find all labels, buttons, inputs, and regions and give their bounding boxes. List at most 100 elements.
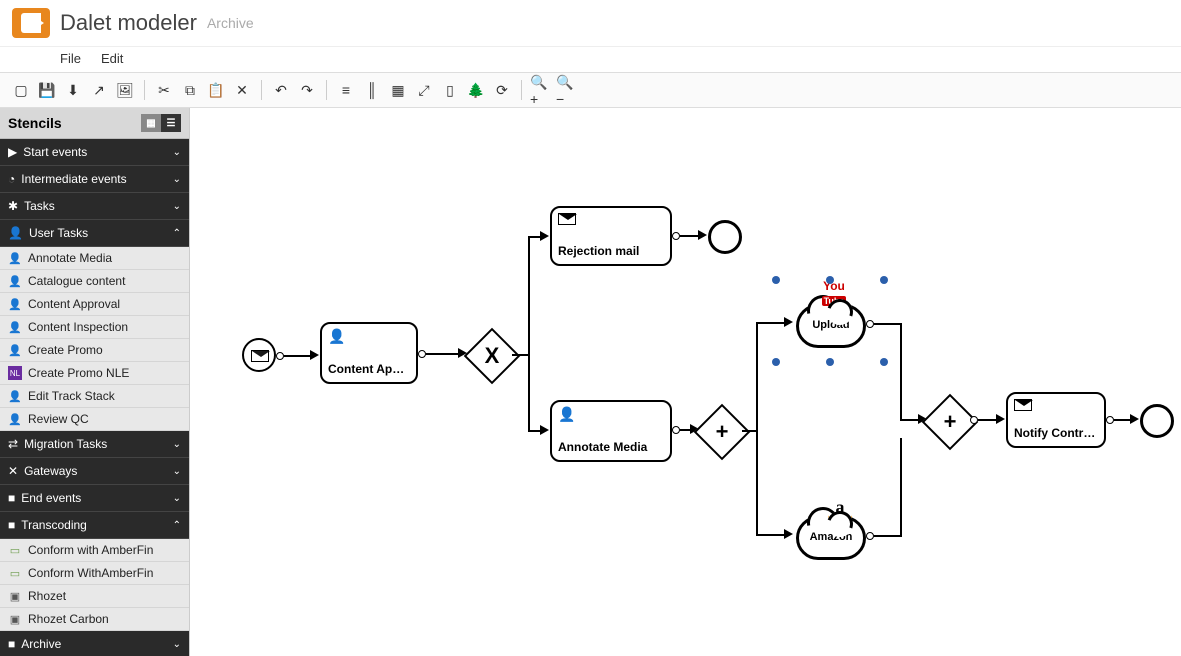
node-amazon[interactable]: a Amazon	[796, 516, 866, 560]
delete-icon[interactable]: ✕	[231, 79, 253, 101]
chip-icon: ▣	[8, 589, 22, 603]
group-tasks[interactable]: ✱ Tasks ⌄	[0, 193, 189, 220]
undo-icon[interactable]: ↶	[270, 79, 292, 101]
group-archive[interactable]: ■ Archive ⌄	[0, 631, 189, 656]
menu-edit[interactable]: Edit	[101, 51, 123, 66]
stencil-content-inspection[interactable]: 👤Content Inspection	[0, 316, 189, 339]
group-transcoding[interactable]: ■ Transcoding ⌃	[0, 512, 189, 539]
cut-icon[interactable]: ✂	[153, 79, 175, 101]
amazon-icon: a	[825, 497, 855, 521]
stencil-rhozet-carbon[interactable]: ▣Rhozet Carbon	[0, 608, 189, 631]
stencil-create-promo[interactable]: 👤Create Promo	[0, 339, 189, 362]
connection-port	[1106, 416, 1114, 424]
refresh-icon[interactable]: ⟳	[491, 79, 513, 101]
stencil-rhozet[interactable]: ▣ Rhozet	[0, 585, 189, 608]
view-grid-icon[interactable]: ▦	[141, 114, 161, 132]
fit-icon[interactable]: ⤢	[413, 79, 435, 101]
chevron-down-icon: ⌄	[173, 174, 181, 185]
node-end-event[interactable]	[708, 220, 742, 254]
stencil-edit-track-stack[interactable]: 👤Edit Track Stack	[0, 385, 189, 408]
group-start-events[interactable]: ▶ Start events ⌄	[0, 139, 189, 166]
node-parallel-gateway-split[interactable]: +	[694, 404, 751, 461]
node-upload-youtube[interactable]: YouTube Upload	[796, 304, 866, 348]
stencil-label: Create Promo	[28, 343, 103, 357]
stencil-label: Annotate Media	[28, 251, 112, 265]
new-doc-icon[interactable]: ▢	[10, 79, 32, 101]
box-icon: ▭	[8, 566, 22, 580]
view-list-icon[interactable]: ☰	[161, 114, 181, 132]
node-content-approval[interactable]: 👤 Content Appro...	[320, 322, 418, 384]
paste-icon[interactable]: 📋	[205, 79, 227, 101]
stencil-label: Rhozet	[28, 589, 66, 603]
user-icon: 👤	[8, 412, 22, 426]
connection-port	[418, 350, 426, 358]
chevron-up-icon: ⌃	[173, 520, 181, 531]
group-migration-tasks[interactable]: ⇄ Migration Tasks ⌄	[0, 431, 189, 458]
columns-icon[interactable]: ▯	[439, 79, 461, 101]
redo-icon[interactable]: ↷	[296, 79, 318, 101]
node-end-event-final[interactable]	[1140, 404, 1174, 438]
connection-port	[672, 426, 680, 434]
copy-icon[interactable]: ⧉	[179, 79, 201, 101]
selection-handle[interactable]	[772, 276, 780, 284]
gear-icon: ✱	[8, 199, 18, 213]
edge	[680, 235, 700, 237]
selection-handle[interactable]	[826, 276, 834, 284]
save-icon[interactable]: 💾	[36, 79, 58, 101]
selection-handle[interactable]	[880, 358, 888, 366]
group-label: End events	[21, 491, 81, 505]
edge	[874, 323, 902, 325]
node-message-start-event[interactable]	[242, 338, 276, 372]
stencil-content-approval[interactable]: 👤Content Approval	[0, 293, 189, 316]
stencil-conform-amberfin-2[interactable]: ▭Conform WithAmberFin	[0, 562, 189, 585]
stencils-header: Stencils ▦ ☰	[0, 108, 189, 139]
migrate-icon: ⇄	[8, 437, 18, 451]
stencil-create-promo-nle[interactable]: NLCreate Promo NLE	[0, 362, 189, 385]
group-label: Intermediate events	[21, 172, 126, 186]
group-gateways[interactable]: ✕ Gateways ⌄	[0, 458, 189, 485]
download-icon[interactable]: ⬇	[62, 79, 84, 101]
group-user-tasks[interactable]: 👤 User Tasks ⌃	[0, 220, 189, 247]
align-icon[interactable]: ≡	[335, 79, 357, 101]
stencil-catalogue-content[interactable]: 👤Catalogue content	[0, 270, 189, 293]
stencil-conform-amberfin-1[interactable]: ▭Conform with AmberFin	[0, 539, 189, 562]
open-external-icon[interactable]: ↗	[88, 79, 110, 101]
task-label: Content Appro...	[328, 362, 410, 376]
stencils-title: Stencils	[8, 115, 62, 131]
selection-handle[interactable]	[880, 276, 888, 284]
node-annotate-media[interactable]: 👤 Annotate Media	[550, 400, 672, 462]
stencil-review-qc[interactable]: 👤Review QC	[0, 408, 189, 431]
menu-file[interactable]: File	[60, 51, 81, 66]
selection-handle[interactable]	[826, 358, 834, 366]
diagram-canvas[interactable]: 👤 Content Appro... X Rejection mail	[190, 108, 1181, 656]
task-label: Annotate Media	[558, 440, 664, 454]
distribute-icon[interactable]: ║	[361, 79, 383, 101]
stencil-label: Content Inspection	[28, 320, 128, 334]
zoom-in-icon[interactable]: 🔍+	[530, 79, 552, 101]
stencil-annotate-media[interactable]: 👤Annotate Media	[0, 247, 189, 270]
edge	[284, 355, 312, 357]
youtube-icon: YouTube	[819, 279, 849, 307]
grid-icon[interactable]: ▦	[387, 79, 409, 101]
group-intermediate-events[interactable]: ◔ Intermediate events ⌄	[0, 166, 189, 193]
menu-bar: File Edit	[0, 47, 1181, 72]
edge	[756, 322, 758, 536]
node-rejection-mail[interactable]: Rejection mail	[550, 206, 672, 266]
group-end-events[interactable]: ■ End events ⌄	[0, 485, 189, 512]
envelope-icon	[558, 212, 576, 228]
selection-handle[interactable]	[772, 358, 780, 366]
zoom-out-icon[interactable]: 🔍−	[556, 79, 578, 101]
image-icon[interactable]: 🖼	[114, 79, 136, 101]
connection-port	[276, 352, 284, 360]
gateway-mark: X	[474, 338, 510, 374]
chevron-down-icon: ⌄	[173, 439, 181, 450]
tree-icon[interactable]: 🌲	[465, 79, 487, 101]
node-notify-contributor[interactable]: Notify Contribu...	[1006, 392, 1106, 448]
stencils-panel: Stencils ▦ ☰ ▶ Start events ⌄ ◔ Intermed…	[0, 108, 190, 656]
user-icon: 👤	[8, 389, 22, 403]
node-exclusive-gateway[interactable]: X	[464, 328, 521, 385]
gateway-mark: +	[932, 404, 968, 440]
edge	[874, 535, 902, 537]
connection-port	[866, 320, 874, 328]
clock-icon: ◔	[8, 172, 15, 186]
